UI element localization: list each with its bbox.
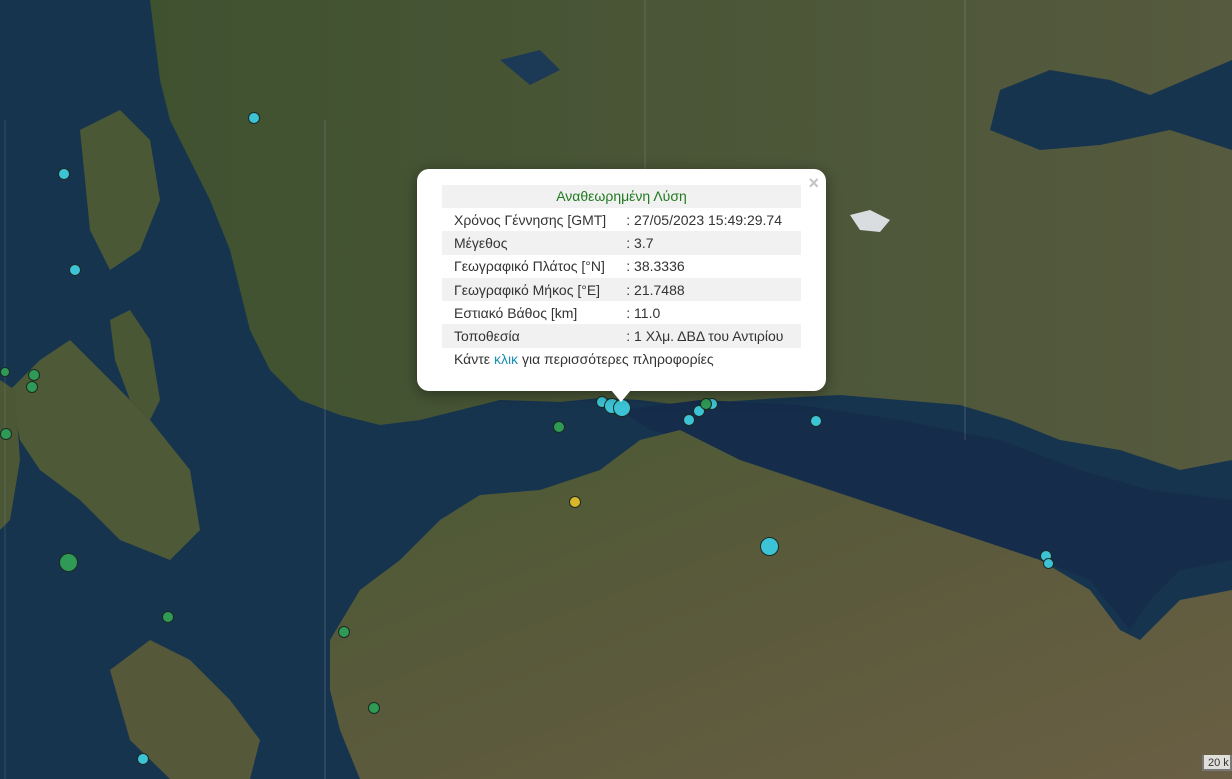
quake-marker-cyan[interactable]: [1043, 558, 1054, 569]
quake-marker-green[interactable]: [700, 398, 712, 410]
quake-marker-cyan[interactable]: [69, 264, 81, 276]
quake-marker-green[interactable]: [162, 611, 174, 623]
more-info-text: Κάντε κλικ για περισσότερες πληροφορίες: [442, 348, 801, 371]
more-info-suffix: για περισσότερες πληροφορίες: [521, 350, 714, 367]
row-label: Χρόνος Γέννησης [GMT]: [454, 211, 607, 228]
quake-marker-green[interactable]: [0, 428, 12, 440]
row-value: : 21.7488: [624, 277, 801, 302]
table-row: Χρόνος Γέννησης [GMT] : 27/05/2023 15:49…: [442, 208, 801, 231]
table-row: Εστιακό Βάθος [km] : 11.0: [442, 301, 801, 324]
row-label: Εστιακό Βάθος [km]: [454, 304, 578, 321]
table-row: Τοποθεσία : 1 Χλμ. ΔΒΔ του Αντιρίου: [442, 324, 801, 348]
row-value: : 3.7: [624, 231, 801, 255]
more-info-prefix: Κάντε: [454, 350, 491, 367]
row-label: Μέγεθος: [442, 231, 625, 255]
table-row: Γεωγραφικό Μήκος [°E] : 21.7488: [442, 277, 801, 302]
quake-marker-green[interactable]: [368, 702, 380, 714]
table-row: Μέγεθος : 3.7: [442, 231, 801, 255]
row-value: : 1 Χλμ. ΔΒΔ του Αντιρίου: [624, 324, 801, 348]
quake-marker-cyan[interactable]: [248, 112, 260, 124]
row-label: Τοποθεσία: [442, 324, 625, 348]
quake-marker-cyan[interactable]: [760, 537, 779, 556]
quake-marker-green[interactable]: [28, 369, 40, 381]
close-icon[interactable]: ×: [808, 174, 819, 192]
quake-marker-green[interactable]: [59, 553, 78, 572]
table-row: Γεωγραφικό Πλάτος [°N] : 38.3336: [442, 255, 801, 278]
popup-title: Αναθεωρημένη Λύση: [442, 185, 801, 208]
quake-marker-cyan[interactable]: [810, 415, 822, 427]
row-label: Γεωγραφικό Πλάτος [°N]: [454, 258, 605, 275]
quake-marker-green[interactable]: [26, 381, 38, 393]
scale-bar: 20 k: [1202, 755, 1232, 771]
quake-marker-green[interactable]: [338, 626, 350, 638]
quake-marker-cyan[interactable]: [137, 753, 149, 765]
quake-marker-green[interactable]: [553, 421, 565, 433]
earthquake-info-table: Χρόνος Γέννησης [GMT] : 27/05/2023 15:49…: [442, 208, 801, 348]
row-label: Γεωγραφικό Μήκος [°E]: [442, 277, 625, 302]
row-value: : 38.3336: [626, 258, 685, 275]
more-info-link[interactable]: κλικ: [494, 351, 518, 367]
earthquake-info-popup: × Αναθεωρημένη Λύση Χρόνος Γέννησης [GMT…: [417, 169, 826, 391]
quake-marker-yellow[interactable]: [569, 496, 581, 508]
popup-tip: [611, 390, 631, 402]
quake-marker-cyan[interactable]: [683, 414, 695, 426]
quake-marker-green[interactable]: [0, 367, 10, 377]
row-value: : 27/05/2023 15:49:29.74: [626, 211, 782, 228]
row-value: : 11.0: [626, 304, 661, 321]
quake-marker-cyan[interactable]: [58, 168, 70, 180]
